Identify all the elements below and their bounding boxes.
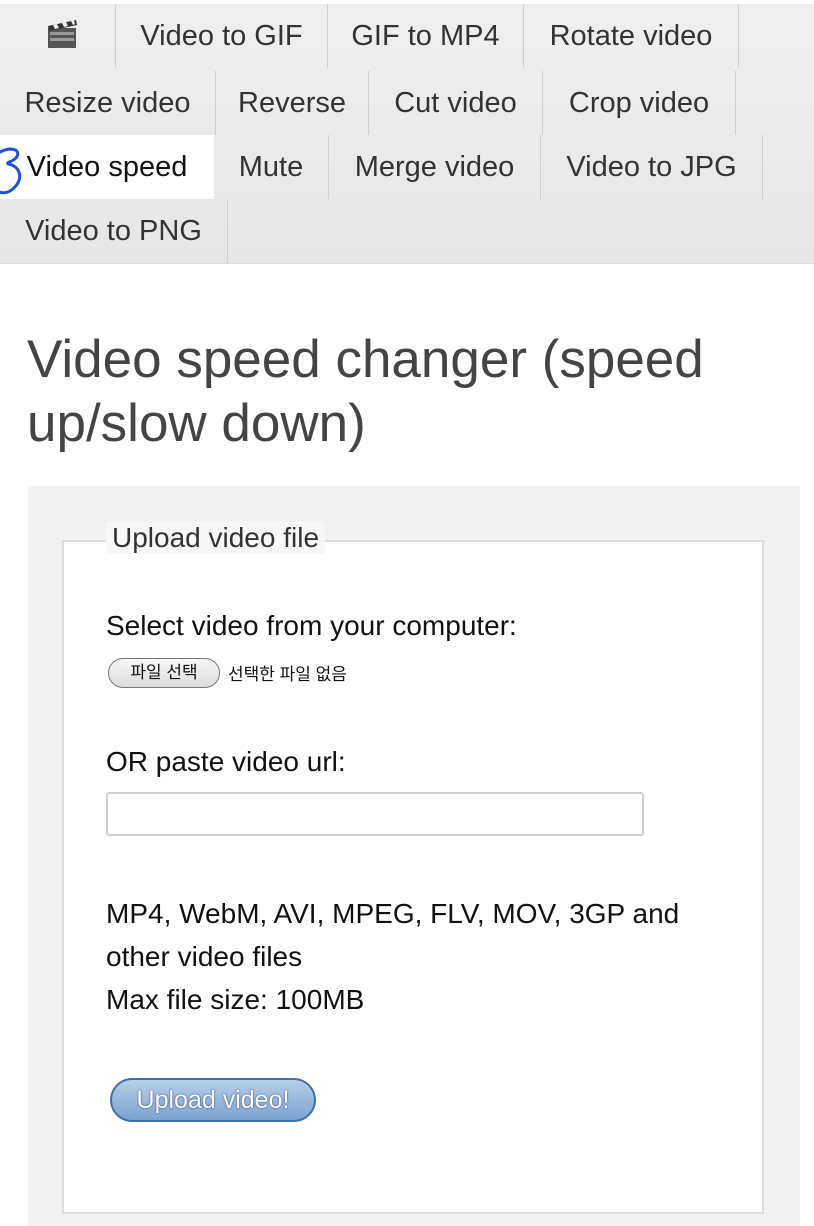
nav-reverse[interactable]: Reverse [216,71,369,135]
upload-fieldset: Upload video file Select video from your… [62,522,764,1214]
choose-file-button[interactable]: 파일 선택 [108,658,220,688]
nav-video-to-png[interactable]: Video to PNG [0,199,228,263]
nav-crop-video[interactable]: Crop video [543,71,736,135]
nav-gif-to-mp4[interactable]: GIF to MP4 [328,4,524,68]
pen-scribble-mark [0,147,22,195]
home-logo-link[interactable] [0,4,116,68]
max-file-size-text: Max file size: 100MB [106,984,365,1015]
upload-video-button[interactable]: Upload video! [110,1078,316,1122]
nav-cut-video[interactable]: Cut video [369,71,543,135]
nav-video-speed[interactable]: Video speed [0,135,214,199]
nav-merge-video[interactable]: Merge video [329,135,541,199]
url-label: OR paste video url: [106,746,346,777]
nav-rotate-video[interactable]: Rotate video [524,4,739,68]
nav-video-to-gif[interactable]: Video to GIF [116,4,328,68]
supported-formats-info: MP4, WebM, AVI, MPEG, FLV, MOV, 3GP and … [106,892,746,1021]
fieldset-legend: Upload video file [106,522,326,554]
upload-panel: Upload video file Select video from your… [28,486,800,1226]
page-title: Video speed changer (speed up/slow down) [27,330,704,453]
file-status-text: 선택한 파일 없음 [228,665,347,684]
video-url-input[interactable] [106,792,644,836]
formats-text: MP4, WebM, AVI, MPEG, FLV, MOV, 3GP and … [106,898,680,972]
select-file-label: Select video from your computer: [106,610,517,641]
nav-video-to-jpg[interactable]: Video to JPG [541,135,763,199]
nav-mute[interactable]: Mute [214,135,329,199]
top-navigation: Video to GIF GIF to MP4 Rotate video Res… [0,4,814,264]
clapperboard-icon [48,20,77,48]
nav-resize-video[interactable]: Resize video [0,71,216,135]
